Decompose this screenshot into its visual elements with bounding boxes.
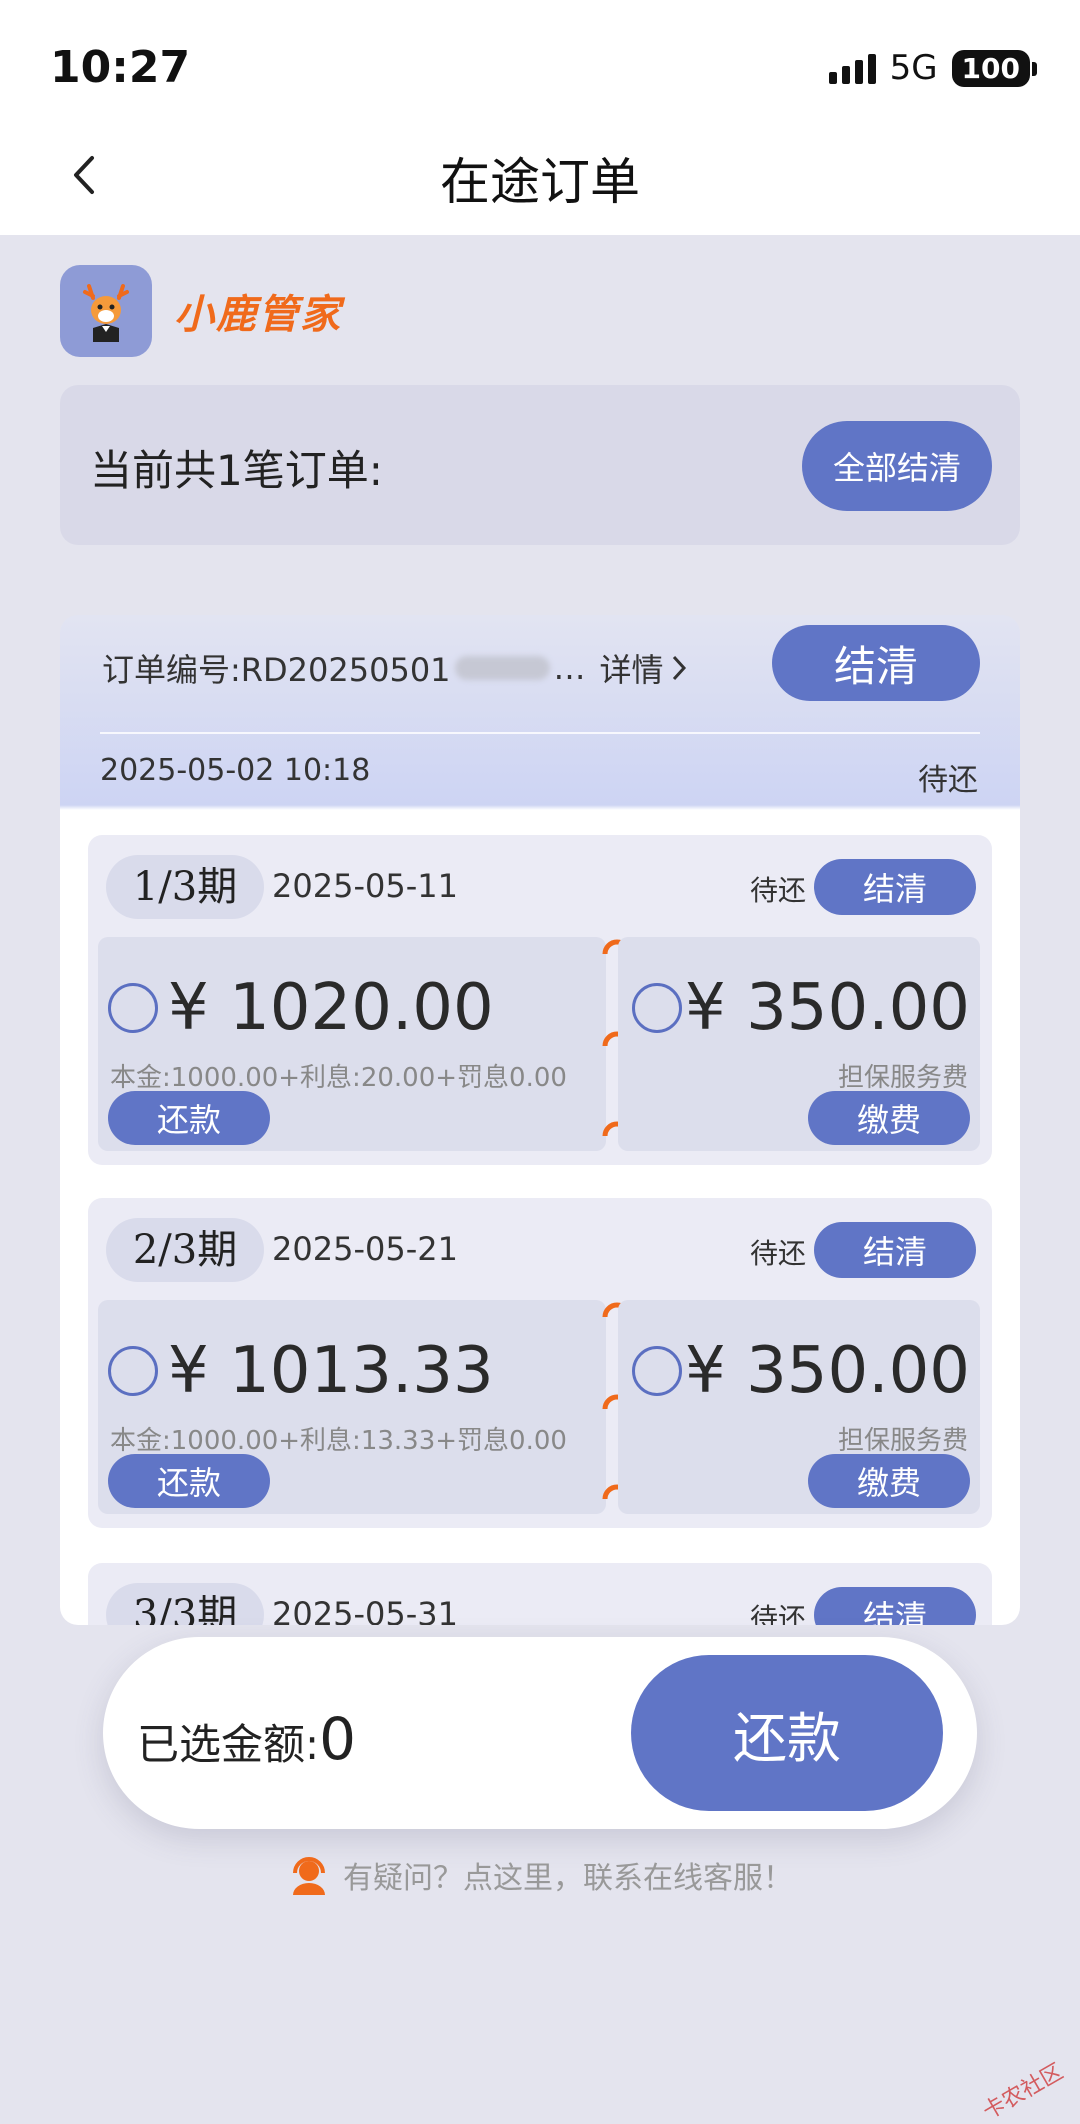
installment-status: 待还	[749, 1237, 806, 1270]
order-count-text: 当前共1笔订单:	[90, 446, 383, 495]
signal-icon	[828, 52, 876, 84]
fee-radio[interactable]	[632, 983, 682, 1033]
fee-panel: ¥ 350.00 担保服务费 缴费	[618, 937, 980, 1151]
pay-fee-button[interactable]: 缴费	[808, 1454, 970, 1508]
selected-amount-value: 0	[319, 1705, 357, 1773]
nav-bar: 在途订单	[0, 120, 1080, 235]
order-settle-button[interactable]: 结清	[772, 625, 980, 701]
customer-service-icon	[293, 1857, 325, 1895]
amount-breakdown: 本金:1000.00+利息:20.00+罚息0.00	[110, 1063, 567, 1093]
brand-name: 小鹿管家	[174, 292, 342, 338]
period-badge: 3/3期	[106, 1583, 264, 1625]
chevron-right-icon	[672, 655, 686, 681]
repayment-radio[interactable]	[108, 983, 158, 1033]
settle-all-button[interactable]: 全部结清	[802, 421, 992, 511]
installment-card: 2/3期 2025-05-21 待还 结清 ¥ 1013.33 本金:1000.…	[88, 1198, 992, 1528]
selected-amount-bar: 已选金额:0 还款	[103, 1637, 977, 1829]
fee-amount: ¥ 350.00	[685, 1334, 970, 1408]
deer-logo-icon	[60, 265, 152, 357]
order-number-text: 订单编号:RD20250501	[102, 651, 451, 689]
help-text: 有疑问？点这里，联系在线客服！	[343, 1861, 793, 1896]
watermark: 卡农社区	[978, 2059, 1068, 2124]
order-status: 待还	[918, 763, 978, 798]
fee-amount: ¥ 350.00	[685, 971, 970, 1045]
fee-label: 担保服务费	[837, 1063, 968, 1093]
order-card: 订单编号:RD20250501 … 详情 结清 2025-05-02 10:18…	[60, 615, 1020, 1625]
installment-card: 1/3期 2025-05-11 待还 结清 ¥ 1020.00 本金:1000.…	[88, 835, 992, 1165]
order-number: 订单编号:RD20250501 … 详情	[102, 645, 688, 691]
installment-settle-button[interactable]: 结清	[814, 1587, 976, 1625]
amount-breakdown: 本金:1000.00+利息:13.33+罚息0.00	[110, 1426, 567, 1456]
order-summary-card: 当前共1笔订单: 全部结清	[60, 385, 1020, 545]
repayment-panel: ¥ 1013.33 本金:1000.00+利息:13.33+罚息0.00 还款	[98, 1300, 606, 1514]
order-date: 2025-05-02 10:18	[100, 753, 371, 788]
repayment-amount: ¥ 1020.00	[168, 971, 494, 1045]
installment-settle-button[interactable]: 结清	[814, 1222, 976, 1278]
brand: 小鹿管家	[60, 265, 342, 357]
repayment-panel: ¥ 1020.00 本金:1000.00+利息:20.00+罚息0.00 还款	[98, 937, 606, 1151]
status-bar: 10:27 5G 100	[0, 0, 1080, 120]
customer-service-link[interactable]: 有疑问？点这里，联系在线客服！	[0, 1853, 1080, 1897]
divider	[100, 732, 980, 734]
repayment-amount: ¥ 1013.33	[168, 1334, 494, 1408]
installment-status: 待还	[749, 1602, 806, 1625]
repay-submit-button[interactable]: 还款	[631, 1655, 943, 1811]
order-detail-link[interactable]: 详情	[600, 645, 688, 691]
installment-settle-button[interactable]: 结清	[814, 859, 976, 915]
selected-amount-label: 已选金额:	[137, 1720, 320, 1769]
fee-label: 担保服务费	[837, 1426, 968, 1456]
selected-amount: 已选金额:0	[137, 1705, 356, 1773]
page-title: 在途订单	[440, 153, 640, 211]
detail-label: 详情	[599, 651, 664, 689]
fee-radio[interactable]	[632, 1346, 682, 1396]
due-date: 2025-05-11	[272, 867, 458, 905]
fee-panel: ¥ 350.00 担保服务费 缴费	[618, 1300, 980, 1514]
period-badge: 2/3期	[106, 1218, 264, 1282]
pay-fee-button[interactable]: 缴费	[808, 1091, 970, 1145]
redacted-mark	[454, 656, 550, 680]
repayment-radio[interactable]	[108, 1346, 158, 1396]
order-number-ellipsis: …	[553, 649, 586, 687]
repay-button[interactable]: 还款	[108, 1091, 270, 1145]
status-indicators: 5G 100	[828, 48, 1038, 88]
due-date: 2025-05-21	[272, 1230, 458, 1268]
period-badge: 1/3期	[106, 855, 264, 919]
network-type: 5G	[889, 48, 938, 88]
installment-card: 3/3期 2025-05-31 待还 结清	[88, 1563, 992, 1625]
status-time: 10:27	[50, 42, 191, 93]
repay-button[interactable]: 还款	[108, 1454, 270, 1508]
installment-status: 待还	[749, 874, 806, 907]
due-date: 2025-05-31	[272, 1595, 458, 1625]
battery-icon: 100	[951, 49, 1038, 87]
